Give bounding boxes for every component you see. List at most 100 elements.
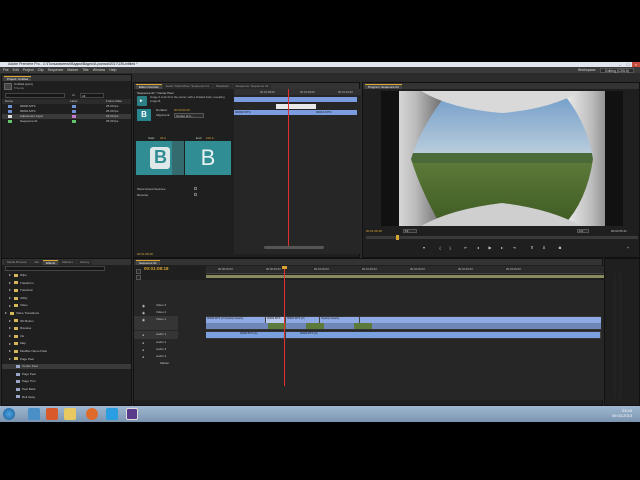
effects-tree-item[interactable]: Utility	[2, 296, 131, 301]
effect-playhead[interactable]	[288, 89, 289, 249]
effects-search-input[interactable]: ⌕	[5, 266, 105, 272]
tab-history[interactable]: History	[77, 260, 93, 265]
button-editor-icon[interactable]: +	[625, 245, 631, 250]
expand-triangle-icon[interactable]	[5, 312, 7, 315]
timeline-timecode[interactable]: 00:01:08:18	[144, 266, 169, 271]
speaker-icon[interactable]: ◂	[142, 355, 144, 359]
effects-tree-item[interactable]: Dissolve	[2, 326, 131, 331]
playhead-handle[interactable]	[282, 266, 287, 269]
program-scrub-bar[interactable]	[366, 235, 638, 240]
eye-icon[interactable]: ◉	[142, 311, 145, 315]
effects-tree-item[interactable]: Map	[2, 341, 131, 346]
eye-icon[interactable]: ◉	[142, 304, 145, 308]
effects-tree-item[interactable]: Modifier Name Pack	[2, 349, 131, 354]
program-playhead[interactable]	[396, 235, 399, 240]
premiere-taskbar-icon[interactable]	[126, 408, 138, 420]
extract-icon[interactable]: ⊻	[541, 245, 547, 250]
expand-triangle-icon[interactable]	[9, 335, 11, 337]
duration-value[interactable]: 00:00:00:20	[174, 108, 190, 112]
effects-tree-item[interactable]: Peel Back	[2, 387, 131, 392]
effects-tree-item[interactable]: Transition	[2, 288, 131, 293]
play-icon[interactable]: ▶	[487, 245, 493, 250]
effects-tree-item[interactable]: Iris	[2, 334, 131, 339]
speaker-icon[interactable]: ◂	[142, 348, 144, 352]
effects-tree-item[interactable]: Wipe	[2, 273, 131, 278]
selection-tool-icon[interactable]	[136, 269, 141, 274]
tab-effect-controls[interactable]: Effect Controls	[136, 84, 162, 89]
explorer-icon[interactable]	[64, 408, 76, 420]
firefox-icon[interactable]	[86, 408, 98, 420]
program-video-frame[interactable]	[381, 91, 623, 226]
menu-help[interactable]: Help	[109, 68, 116, 72]
tab-info[interactable]: Info	[31, 260, 43, 265]
tab-audio-mixer[interactable]: Audio Track Mixer: Sequence 01	[162, 84, 212, 89]
go-to-out-icon[interactable]: ⇥	[511, 245, 517, 250]
start-value[interactable]: 24.0	[160, 136, 166, 140]
project-item[interactable]: Sequence 01 25.00 fps	[2, 119, 131, 124]
menu-sequence[interactable]: Sequence	[48, 68, 64, 72]
timeline-ruler[interactable]: 00:00:00:00 00:00:30:00 00:01:00:00 00:0…	[206, 266, 604, 274]
menu-marker[interactable]: Marker	[67, 68, 78, 72]
col-name[interactable]: Name	[5, 99, 13, 103]
effect-scrollbar[interactable]	[264, 246, 324, 249]
mark-in-icon[interactable]: {	[437, 245, 443, 250]
expand-triangle-icon[interactable]	[9, 289, 11, 292]
effects-tree-item[interactable]: 3D Motion	[2, 319, 131, 324]
col-label[interactable]: Label	[70, 99, 77, 103]
tab-markers[interactable]: Markers	[59, 260, 76, 265]
effect-bar[interactable]	[234, 97, 357, 102]
effects-tree-item[interactable]: Page Peel	[2, 372, 131, 377]
export-frame-icon[interactable]: ◙	[557, 245, 563, 250]
end-value[interactable]: 100.0	[206, 136, 214, 140]
work-area-bar[interactable]	[206, 275, 604, 278]
effects-tree-item[interactable]: Roll Away	[2, 395, 131, 400]
start-thumbnail[interactable]: B	[136, 141, 184, 175]
tab-metadata[interactable]: Metadata	[212, 84, 232, 89]
col-frame-rate[interactable]: Frame Rate	[106, 99, 122, 103]
in-select[interactable]: All	[80, 93, 104, 98]
tab-program[interactable]: Program: Sequence 01	[365, 84, 402, 89]
effects-tree-item[interactable]: Center Peel	[2, 364, 131, 370]
menu-project[interactable]: Project	[23, 68, 34, 72]
clock[interactable]: 23:44 09.03.2013	[612, 408, 632, 418]
expand-triangle-icon[interactable]	[9, 350, 11, 353]
ie-icon[interactable]	[28, 408, 40, 420]
show-sources-checkbox[interactable]	[194, 187, 197, 190]
expand-triangle-icon[interactable]	[9, 327, 11, 330]
expand-triangle-icon[interactable]	[9, 304, 11, 307]
menu-edit[interactable]: Edit	[13, 68, 19, 72]
effects-tree-item[interactable]: Video Transitions	[2, 311, 131, 316]
menu-file[interactable]: File	[3, 68, 9, 72]
alignment-select[interactable]: Center at C...	[174, 113, 204, 118]
expand-triangle-icon[interactable]	[9, 274, 11, 277]
timeline-playhead[interactable]	[284, 266, 285, 386]
effect-timecode[interactable]: 00:01:08:18	[137, 252, 153, 256]
tab-project[interactable]: Project: Untitled	[4, 76, 32, 81]
eye-icon[interactable]: ◉	[142, 318, 145, 322]
go-to-in-icon[interactable]: ⇤	[463, 245, 469, 250]
mark-out-icon[interactable]: }	[447, 245, 453, 250]
step-back-icon[interactable]: ◂	[475, 245, 481, 250]
clip-a[interactable]: 00000.MTS	[234, 110, 276, 115]
effects-tree-item[interactable]: Transform	[2, 281, 131, 286]
reverse-checkbox[interactable]	[194, 193, 197, 196]
effects-tree-item[interactable]: Video	[2, 303, 131, 308]
lift-icon[interactable]: ⊼	[529, 245, 535, 250]
skype-icon[interactable]	[106, 408, 118, 420]
tab-sequence-01[interactable]: Sequence 01	[136, 260, 160, 265]
fit-select[interactable]: Fit	[403, 229, 417, 233]
expand-triangle-icon[interactable]	[9, 342, 11, 345]
project-search-input[interactable]: ⌕	[5, 93, 65, 99]
menu-title[interactable]: Title	[82, 68, 88, 72]
start-button-icon[interactable]	[3, 408, 15, 420]
quality-select[interactable]: 1/2	[577, 229, 589, 233]
step-forward-icon[interactable]: ▸	[499, 245, 505, 250]
audio-clip[interactable]: 00000.MTS [A]	[206, 332, 286, 338]
menu-window[interactable]: Window	[93, 68, 105, 72]
effects-tree-item[interactable]: Page Peel	[2, 357, 131, 362]
transition-bar[interactable]	[276, 104, 316, 109]
expand-triangle-icon[interactable]	[9, 297, 11, 299]
effects-tree-item[interactable]: Page Turn	[2, 379, 131, 384]
media-player-icon[interactable]	[46, 408, 58, 420]
program-timecode[interactable]: 00:01:08:18	[366, 229, 382, 233]
